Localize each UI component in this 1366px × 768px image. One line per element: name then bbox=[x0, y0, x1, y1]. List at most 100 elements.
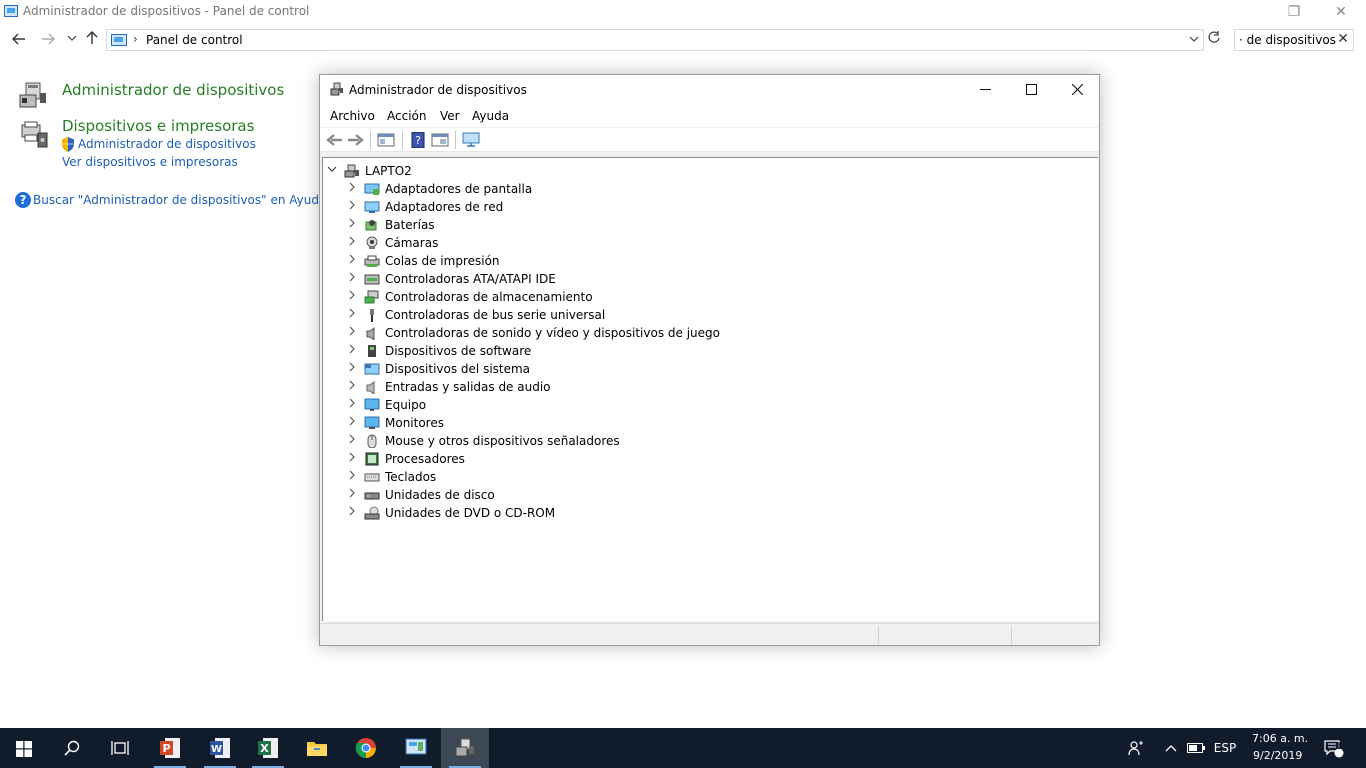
show-hide-console-tree-icon[interactable] bbox=[377, 132, 395, 148]
tree-category-row[interactable]: Equipo bbox=[323, 396, 1083, 414]
menu-accion[interactable]: Acción bbox=[387, 109, 426, 123]
result-title-devices-printers[interactable]: Dispositivos e impresoras bbox=[62, 117, 254, 135]
tree-category-row[interactable]: Adaptadores de red bbox=[323, 198, 1083, 216]
tree-category-row[interactable]: Mouse y otros dispositivos señaladores bbox=[323, 432, 1083, 450]
expand-chevron-icon[interactable] bbox=[347, 182, 357, 195]
device-manager-icon bbox=[19, 82, 46, 108]
expand-chevron-icon[interactable] bbox=[347, 290, 357, 303]
close-button[interactable] bbox=[1054, 75, 1100, 105]
tree-category-row[interactable]: Entradas y salidas de audio bbox=[323, 378, 1083, 396]
tree-category-row[interactable]: Unidades de disco bbox=[323, 486, 1083, 504]
tree-category-row[interactable]: Cámaras bbox=[323, 234, 1083, 252]
close-icon[interactable]: ✕ bbox=[1326, 2, 1356, 22]
tree-category-row[interactable]: Teclados bbox=[323, 468, 1083, 486]
tree-category-row[interactable]: Controladoras de sonido y vídeo y dispos… bbox=[323, 324, 1083, 342]
disk-drive-icon bbox=[364, 492, 380, 500]
tree-root[interactable]: LAPTO2 bbox=[323, 162, 1083, 180]
people-button[interactable] bbox=[1123, 728, 1149, 768]
camera-icon bbox=[366, 236, 378, 249]
show-hidden-icons-button[interactable] bbox=[1160, 728, 1182, 768]
expand-chevron-icon[interactable] bbox=[347, 506, 357, 519]
expand-chevron-icon[interactable] bbox=[347, 272, 357, 285]
network-adapter-icon bbox=[364, 201, 380, 213]
recent-locations-button[interactable] bbox=[61, 28, 83, 52]
device-manager-button[interactable] bbox=[441, 728, 489, 768]
tree-category-label: Teclados bbox=[385, 470, 437, 484]
up-button[interactable] bbox=[81, 28, 103, 52]
expand-chevron-icon[interactable] bbox=[347, 452, 357, 465]
expand-chevron-icon[interactable] bbox=[347, 380, 357, 393]
task-view-button[interactable] bbox=[96, 728, 144, 768]
tree-category-row[interactable]: Monitores bbox=[323, 414, 1083, 432]
expand-chevron-icon[interactable] bbox=[347, 416, 357, 429]
forward-arrow-icon[interactable] bbox=[347, 132, 365, 148]
tree-category-label: Unidades de disco bbox=[385, 488, 495, 502]
tree-category-row[interactable]: Unidades de DVD o CD-ROM bbox=[323, 504, 1083, 522]
word-button[interactable]: W bbox=[196, 728, 244, 768]
tree-category-row[interactable]: Dispositivos del sistema bbox=[323, 360, 1083, 378]
display-adapter-icon bbox=[364, 183, 380, 195]
expand-chevron-icon[interactable] bbox=[347, 218, 357, 231]
control-panel-button[interactable] bbox=[392, 728, 440, 768]
search-button[interactable] bbox=[48, 728, 96, 768]
expand-chevron-icon[interactable] bbox=[347, 470, 357, 483]
tree-category-label: Procesadores bbox=[385, 452, 465, 466]
toolbar: ? bbox=[320, 128, 1099, 152]
minimize-button[interactable] bbox=[962, 75, 1008, 105]
help-book-icon[interactable]: ? bbox=[409, 132, 427, 148]
refresh-button[interactable] bbox=[1205, 29, 1223, 51]
input-language-indicator[interactable]: ESP bbox=[1210, 728, 1240, 768]
address-dropdown-icon[interactable] bbox=[1189, 32, 1199, 49]
minimize-icon bbox=[979, 89, 991, 90]
expand-chevron-icon[interactable] bbox=[347, 362, 357, 375]
clear-search-icon[interactable]: ✕ bbox=[1337, 31, 1349, 47]
tree-category-row[interactable]: Controladoras de bus serie universal bbox=[323, 306, 1083, 324]
excel-button[interactable]: X bbox=[244, 728, 292, 768]
tree-category-row[interactable]: Controladoras de almacenamiento bbox=[323, 288, 1083, 306]
expand-chevron-icon[interactable] bbox=[347, 254, 357, 267]
breadcrumb[interactable]: Panel de control bbox=[146, 33, 243, 47]
tree-category-row[interactable]: Dispositivos de software bbox=[323, 342, 1083, 360]
action-center-button[interactable]: 1 bbox=[1318, 728, 1352, 768]
forward-button[interactable] bbox=[37, 28, 59, 52]
expand-chevron-icon[interactable] bbox=[347, 434, 357, 447]
address-bar[interactable]: › Panel de control bbox=[106, 29, 1204, 51]
expand-chevron-icon[interactable] bbox=[347, 236, 357, 249]
expand-chevron-icon[interactable] bbox=[347, 308, 357, 321]
battery-button[interactable] bbox=[1184, 728, 1208, 768]
menu-ayuda[interactable]: Ayuda bbox=[472, 109, 509, 123]
restore-icon[interactable]: ❐ bbox=[1279, 2, 1309, 22]
search-icon bbox=[64, 740, 80, 756]
expand-chevron-icon[interactable] bbox=[347, 344, 357, 357]
task-view-icon bbox=[111, 741, 129, 755]
search-input[interactable]: · de dispositivos ✕ bbox=[1234, 29, 1354, 51]
powerpoint-button[interactable]: P bbox=[146, 728, 194, 768]
menu-archivo[interactable]: Archivo bbox=[330, 109, 375, 123]
tree-category-row[interactable]: Colas de impresión bbox=[323, 252, 1083, 270]
help-search-link[interactable]: Buscar "Administrador de dispositivos" e… bbox=[33, 193, 362, 207]
tree-category-row[interactable]: Controladoras ATA/ATAPI IDE bbox=[323, 270, 1083, 288]
properties-icon[interactable] bbox=[431, 132, 449, 148]
result-title-device-manager[interactable]: Administrador de dispositivos bbox=[62, 81, 284, 99]
expand-chevron-icon[interactable] bbox=[347, 488, 357, 501]
breadcrumb-separator[interactable]: › bbox=[133, 32, 138, 46]
scan-hardware-icon[interactable] bbox=[462, 132, 480, 148]
tree-category-row[interactable]: Baterías bbox=[323, 216, 1083, 234]
maximize-button[interactable] bbox=[1008, 75, 1054, 105]
device-manager-window: Administrador de dispositivos Archivo Ac… bbox=[319, 74, 1100, 646]
expand-chevron-icon[interactable] bbox=[347, 398, 357, 411]
file-explorer-button[interactable] bbox=[293, 728, 341, 768]
svg-text:X: X bbox=[260, 742, 269, 755]
expand-chevron-icon[interactable] bbox=[347, 200, 357, 213]
collapse-chevron-icon[interactable] bbox=[327, 164, 337, 177]
menu-ver[interactable]: Ver bbox=[440, 109, 460, 123]
chrome-button[interactable] bbox=[342, 728, 390, 768]
link-view-devices-printers[interactable]: Ver dispositivos e impresoras bbox=[62, 155, 238, 169]
tree-category-row[interactable]: Procesadores bbox=[323, 450, 1083, 468]
link-device-manager[interactable]: Administrador de dispositivos bbox=[78, 137, 256, 151]
start-button[interactable] bbox=[0, 728, 48, 768]
expand-chevron-icon[interactable] bbox=[347, 326, 357, 339]
back-button[interactable] bbox=[8, 28, 30, 52]
back-arrow-icon[interactable] bbox=[325, 132, 343, 148]
tree-category-row[interactable]: Adaptadores de pantalla bbox=[323, 180, 1083, 198]
